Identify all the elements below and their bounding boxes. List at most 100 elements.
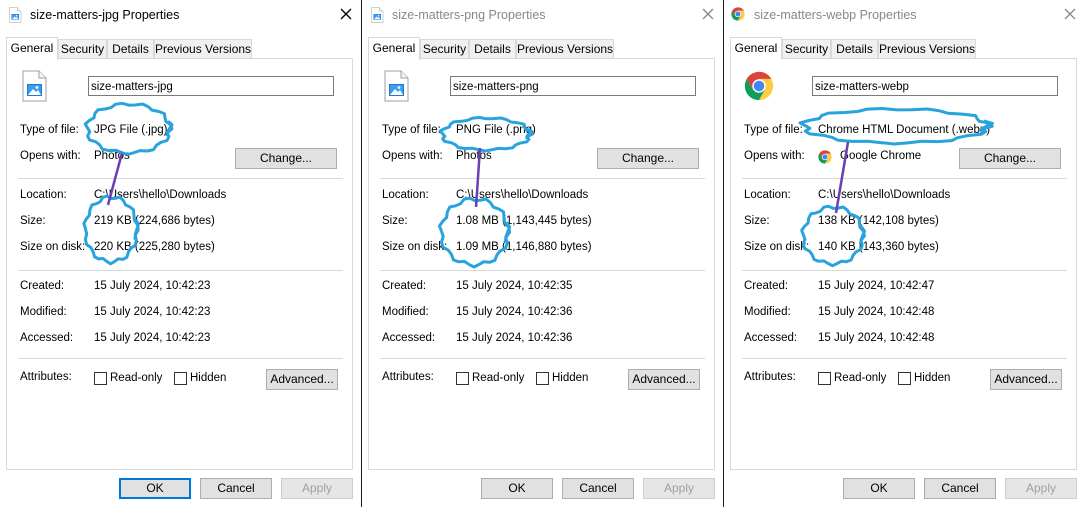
close-button[interactable] bbox=[333, 2, 359, 28]
readonly-label: Read-only bbox=[472, 372, 525, 384]
filename-field[interactable]: size-matters-jpg bbox=[88, 76, 334, 96]
divider bbox=[380, 178, 705, 179]
apply-button[interactable]: Apply bbox=[643, 478, 715, 499]
value-size-on-disk: 140 KB (143,360 bytes) bbox=[818, 241, 939, 253]
cancel-button[interactable]: Cancel bbox=[562, 478, 634, 499]
divider bbox=[18, 178, 343, 179]
value-created: 15 July 2024, 10:42:35 bbox=[456, 280, 573, 292]
window-title: size-matters-webp Properties bbox=[754, 8, 917, 22]
label-modified: Modified: bbox=[20, 306, 67, 318]
value-type-of-file: Chrome HTML Document (.webp) bbox=[818, 124, 991, 136]
apply-button[interactable]: Apply bbox=[281, 478, 353, 499]
file-type-icon bbox=[20, 70, 48, 102]
tab-security[interactable]: Security bbox=[420, 39, 469, 59]
chrome-icon bbox=[730, 6, 746, 22]
divider bbox=[18, 270, 343, 271]
window-title: size-matters-png Properties bbox=[392, 8, 546, 22]
title-bar: size-matters-png Properties bbox=[362, 0, 723, 30]
tab-general[interactable]: General bbox=[730, 37, 782, 60]
window-title: size-matters-jpg Properties bbox=[30, 8, 180, 22]
filename-field[interactable]: size-matters-webp bbox=[812, 76, 1058, 96]
tab-details[interactable]: Details bbox=[469, 39, 516, 59]
readonly-checkbox[interactable] bbox=[94, 372, 107, 385]
value-opens-with: Photos bbox=[456, 150, 492, 162]
tab-security[interactable]: Security bbox=[58, 39, 107, 59]
tab-security[interactable]: Security bbox=[782, 39, 831, 59]
advanced-button[interactable]: Advanced... bbox=[990, 369, 1062, 390]
value-location: C:\Users\hello\Downloads bbox=[456, 189, 589, 201]
label-accessed: Accessed: bbox=[382, 332, 436, 344]
apply-button[interactable]: Apply bbox=[1005, 478, 1077, 499]
tab-previous-versions[interactable]: Previous Versions bbox=[878, 39, 976, 59]
label-location: Location: bbox=[382, 189, 429, 201]
label-size-on-disk: Size on disk: bbox=[382, 241, 448, 253]
value-size-on-disk: 1.09 MB (1,146,880 bytes) bbox=[456, 241, 592, 253]
divider bbox=[380, 358, 705, 359]
cancel-button[interactable]: Cancel bbox=[924, 478, 996, 499]
label-type: Type of file: bbox=[744, 124, 803, 136]
value-size: 1.08 MB (1,143,445 bytes) bbox=[456, 215, 592, 227]
readonly-checkbox[interactable] bbox=[818, 372, 831, 385]
divider bbox=[742, 358, 1067, 359]
label-attributes: Attributes: bbox=[20, 371, 72, 383]
tab-details[interactable]: Details bbox=[107, 39, 154, 59]
label-size-on-disk: Size on disk: bbox=[744, 241, 810, 253]
change-button[interactable]: Change... bbox=[959, 148, 1061, 169]
value-modified: 15 July 2024, 10:42:48 bbox=[818, 306, 935, 318]
label-attributes: Attributes: bbox=[382, 371, 434, 383]
filename-field[interactable]: size-matters-png bbox=[450, 76, 696, 96]
general-tab-panel bbox=[6, 58, 353, 470]
tab-details[interactable]: Details bbox=[831, 39, 878, 59]
tab-general[interactable]: General bbox=[6, 37, 58, 60]
label-created: Created: bbox=[382, 280, 427, 292]
readonly-label: Read-only bbox=[834, 372, 887, 384]
label-type: Type of file: bbox=[382, 124, 441, 136]
label-opens: Opens with: bbox=[744, 150, 805, 162]
label-modified: Modified: bbox=[744, 306, 791, 318]
value-modified: 15 July 2024, 10:42:23 bbox=[94, 306, 211, 318]
close-button[interactable] bbox=[695, 2, 721, 28]
hidden-checkbox[interactable] bbox=[174, 372, 187, 385]
divider bbox=[380, 270, 705, 271]
change-button[interactable]: Change... bbox=[235, 148, 337, 169]
label-size-on-disk: Size on disk: bbox=[20, 241, 86, 253]
label-accessed: Accessed: bbox=[744, 332, 798, 344]
tab-previous-versions[interactable]: Previous Versions bbox=[516, 39, 614, 59]
change-button[interactable]: Change... bbox=[597, 148, 699, 169]
label-modified: Modified: bbox=[382, 306, 429, 318]
title-bar: size-matters-jpg Properties bbox=[0, 0, 361, 30]
label-created: Created: bbox=[744, 280, 789, 292]
label-created: Created: bbox=[20, 280, 65, 292]
image-file-icon bbox=[8, 7, 22, 23]
file-type-icon bbox=[382, 70, 410, 102]
value-opens-with: Google Chrome bbox=[840, 150, 922, 162]
advanced-button[interactable]: Advanced... bbox=[266, 369, 338, 390]
hidden-checkbox[interactable] bbox=[536, 372, 549, 385]
readonly-checkbox[interactable] bbox=[456, 372, 469, 385]
label-location: Location: bbox=[20, 189, 67, 201]
advanced-button[interactable]: Advanced... bbox=[628, 369, 700, 390]
tab-general[interactable]: General bbox=[368, 37, 420, 60]
close-button[interactable] bbox=[1057, 2, 1083, 28]
cancel-button[interactable]: Cancel bbox=[200, 478, 272, 499]
properties-dialog: size-matters-png Properties General Secur… bbox=[362, 0, 723, 507]
close-icon bbox=[1064, 8, 1076, 23]
label-opens: Opens with: bbox=[382, 150, 443, 162]
label-accessed: Accessed: bbox=[20, 332, 74, 344]
value-size-on-disk: 220 KB (225,280 bytes) bbox=[94, 241, 215, 253]
ok-button[interactable]: OK bbox=[481, 478, 553, 499]
value-accessed: 15 July 2024, 10:42:23 bbox=[94, 332, 211, 344]
divider bbox=[742, 270, 1067, 271]
ok-button[interactable]: OK bbox=[119, 478, 191, 499]
chrome-icon bbox=[742, 69, 776, 103]
value-location: C:\Users\hello\Downloads bbox=[818, 189, 951, 201]
label-type: Type of file: bbox=[20, 124, 79, 136]
general-tab-panel bbox=[730, 58, 1077, 470]
label-opens: Opens with: bbox=[20, 150, 81, 162]
ok-button[interactable]: OK bbox=[843, 478, 915, 499]
value-modified: 15 July 2024, 10:42:36 bbox=[456, 306, 573, 318]
value-size: 219 KB (224,686 bytes) bbox=[94, 215, 215, 227]
hidden-checkbox[interactable] bbox=[898, 372, 911, 385]
tab-previous-versions[interactable]: Previous Versions bbox=[154, 39, 252, 59]
hidden-label: Hidden bbox=[552, 372, 589, 384]
